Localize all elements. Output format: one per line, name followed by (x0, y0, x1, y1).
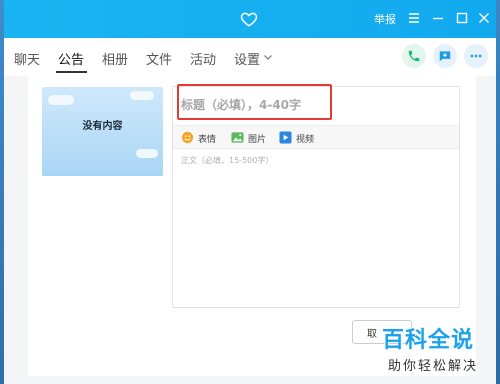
emoji-button[interactable]: 表情 (181, 131, 225, 145)
maximize-icon[interactable] (454, 10, 470, 26)
tab-album[interactable]: 相册 (102, 49, 128, 68)
video-button[interactable]: 视频 (279, 131, 323, 145)
emoji-label: 表情 (198, 135, 217, 145)
cover-image-placeholder[interactable]: 没有内容 (42, 87, 163, 176)
message-add-icon (439, 51, 451, 62)
voice-call-button[interactable] (402, 44, 426, 68)
tab-chat[interactable]: 聊天 (14, 49, 40, 68)
image-label: 图片 (248, 135, 267, 145)
image-icon (231, 132, 244, 143)
phone-icon (408, 50, 420, 62)
cloud-decoration (48, 95, 74, 105)
group-window: 举报 聊天 公告 相册 文件 活动 设置 没有内容 标题（必填），4-40字 表… (4, 0, 496, 384)
announcement-title-input[interactable] (181, 93, 451, 117)
video-label: 视频 (296, 135, 315, 145)
more-button[interactable] (464, 44, 488, 68)
watermark-subtitle: 助你轻松解决 (388, 359, 479, 374)
new-message-button[interactable] (433, 44, 457, 68)
image-button[interactable]: 图片 (231, 131, 275, 145)
tab-activities[interactable]: 活动 (190, 49, 216, 68)
active-tab-indicator (56, 71, 87, 73)
watermark-title: 百科全说 (382, 328, 475, 353)
desktop-edge-right (496, 0, 500, 384)
announcement-editor: 表情 图片 视频 (172, 86, 460, 308)
tab-announcement[interactable]: 公告 (58, 49, 84, 68)
cover-empty-text: 没有内容 (82, 121, 123, 132)
video-icon (279, 131, 292, 144)
close-icon[interactable] (476, 10, 492, 26)
heart-icon[interactable] (240, 10, 258, 28)
minimize-icon[interactable] (430, 10, 446, 26)
tab-bar: 聊天 公告 相册 文件 活动 设置 (4, 38, 496, 76)
report-link[interactable]: 举报 (374, 11, 396, 27)
watermark: 百科全说 助你轻松解决 (376, 320, 496, 384)
more-icon (470, 54, 482, 58)
title-bar: 举报 (4, 0, 496, 38)
editor-toolbar: 表情 图片 视频 (173, 125, 459, 149)
menu-icon[interactable] (406, 10, 422, 26)
announcement-body-input[interactable] (181, 155, 451, 295)
tab-settings[interactable]: 设置 (234, 49, 260, 68)
chevron-down-icon[interactable] (263, 52, 273, 62)
cloud-decoration (130, 91, 154, 100)
emoji-icon (181, 131, 194, 144)
tab-files[interactable]: 文件 (146, 49, 172, 68)
cloud-decoration (136, 149, 158, 158)
